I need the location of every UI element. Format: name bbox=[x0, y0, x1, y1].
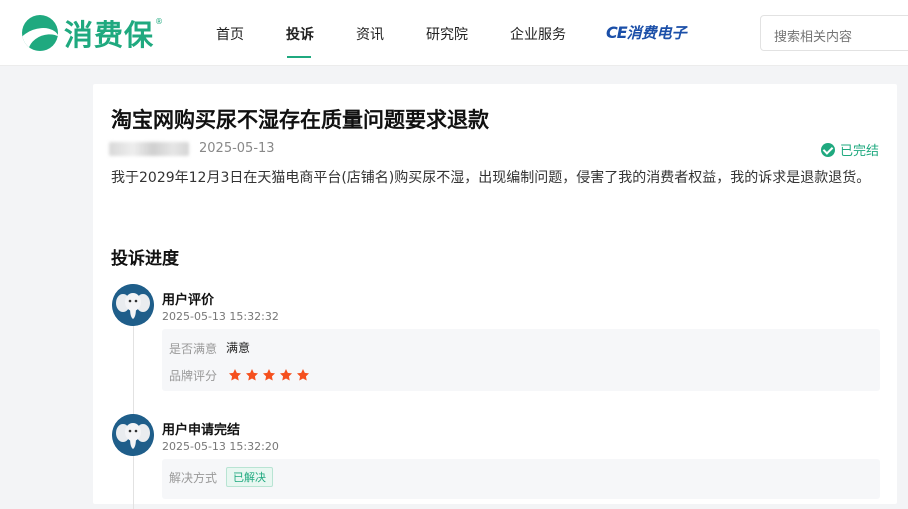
event-detail-box: 是否满意 满意 品牌评分 bbox=[162, 329, 880, 391]
resolved-badge: 已解决 bbox=[226, 467, 273, 487]
satisfaction-value: 满意 bbox=[226, 341, 251, 355]
event-title: 用户申请完结 bbox=[162, 423, 241, 438]
event-title: 用户评价 bbox=[162, 293, 215, 308]
nav-active-indicator bbox=[287, 56, 311, 58]
star-icon bbox=[245, 369, 259, 381]
nav-item-ce-electronics[interactable]: CE消费电子 bbox=[606, 22, 687, 43]
timeline-line bbox=[133, 309, 134, 509]
complaint-description: 我于2029年12月3日在天猫电商平台(店铺名)购买尿不湿，出现编制问题，侵害了… bbox=[111, 170, 871, 186]
star-icon bbox=[279, 369, 293, 381]
avatar bbox=[112, 284, 154, 326]
avatar bbox=[112, 414, 154, 456]
star-icon bbox=[228, 369, 242, 381]
ce-brand-label: 消费电子 bbox=[626, 24, 687, 42]
star-icon bbox=[262, 369, 276, 381]
nav-item-complaint[interactable]: 投诉 bbox=[286, 24, 314, 44]
nav-item-enterprise[interactable]: 企业服务 bbox=[510, 24, 566, 44]
rating-stars bbox=[228, 368, 313, 382]
ce-logo-text: CE bbox=[606, 23, 628, 42]
progress-section-title: 投诉进度 bbox=[111, 249, 179, 269]
blurred-username bbox=[109, 142, 189, 156]
nav-item-home[interactable]: 首页 bbox=[216, 24, 244, 44]
elephant-avatar-icon bbox=[112, 284, 154, 326]
check-circle-icon bbox=[821, 142, 835, 157]
star-icon bbox=[296, 369, 310, 381]
event-detail-box: 解决方式 已解决 bbox=[162, 459, 880, 499]
event-time: 2025-05-13 15:32:20 bbox=[162, 440, 279, 453]
nav-item-news[interactable]: 资讯 bbox=[356, 24, 384, 44]
status-text: 已完结 bbox=[840, 144, 880, 159]
status-badge: 已完结 bbox=[821, 140, 879, 159]
nav-item-research[interactable]: 研究院 bbox=[426, 24, 468, 44]
brand-logo[interactable]: 消费保 ® bbox=[22, 14, 163, 52]
registered-mark: ® bbox=[155, 16, 164, 26]
event-time: 2025-05-13 15:32:32 bbox=[162, 310, 279, 323]
brand-score-label: 品牌评分 bbox=[169, 369, 218, 383]
search-input[interactable] bbox=[760, 15, 908, 51]
brand-name: 消费保 bbox=[64, 18, 155, 52]
complaint-title: 淘宝网购买尿不湿存在质量问题要求退款 bbox=[111, 108, 489, 132]
resolution-method-label: 解决方式 bbox=[169, 471, 218, 485]
complaint-card: 淘宝网购买尿不湿存在质量问题要求退款 2025-05-13 已完结 我于2029… bbox=[93, 84, 897, 509]
top-header: 消费保 ® 首页 投诉 资讯 研究院 企业服务 CE消费电子 bbox=[0, 0, 908, 66]
complaint-date: 2025-05-13 bbox=[199, 141, 275, 156]
satisfaction-label: 是否满意 bbox=[169, 342, 218, 356]
elephant-avatar-icon bbox=[112, 414, 154, 456]
brand-logo-icon bbox=[22, 15, 58, 51]
